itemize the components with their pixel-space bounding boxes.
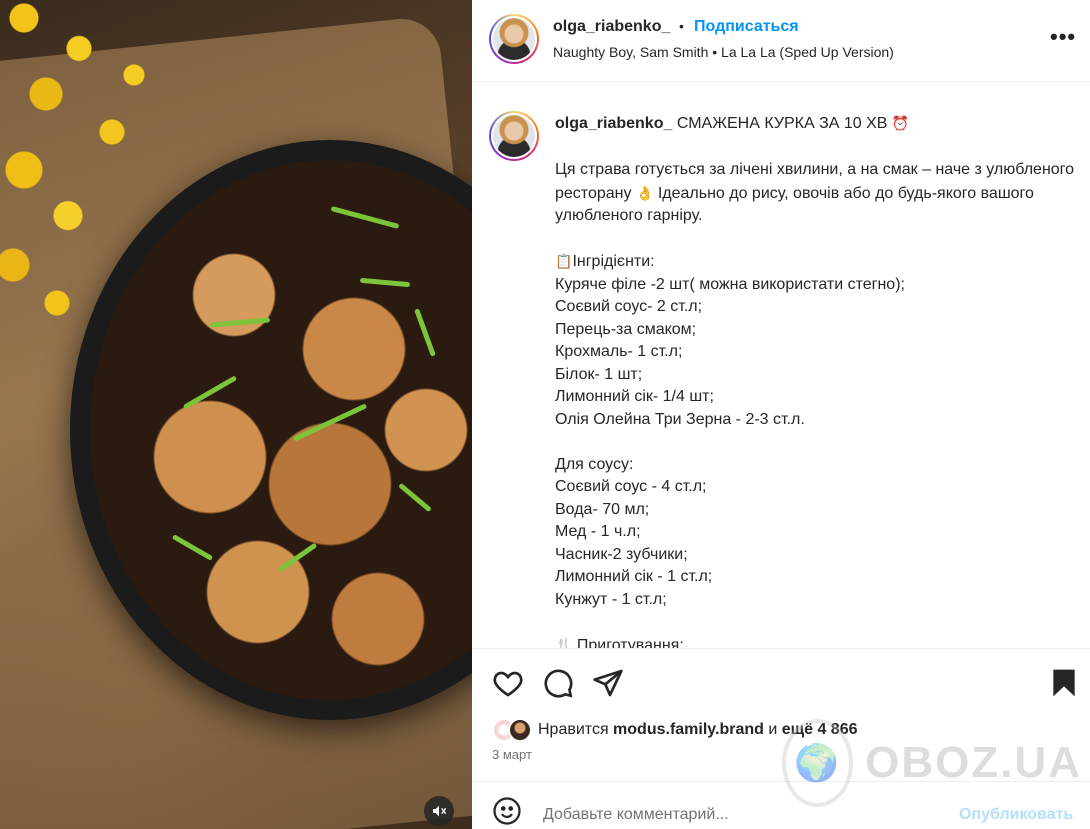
post-comment-button[interactable]: Опубликовать [959, 806, 1073, 824]
ingredient-item: Крохмаль- 1 ст.л; [555, 343, 683, 360]
sauce-item: Часник-2 зубчики; [555, 545, 688, 563]
ingredient-item: Білок- 1 шт; [555, 365, 643, 383]
post-panel: olga_riabenko_ • Подписаться Naughty Boy… [472, 0, 1090, 829]
watermark-text: OBOZ.UA [865, 738, 1082, 787]
caption-intro: Ця страва готується за лічені хвилини, а… [555, 161, 1075, 224]
caption-title: СМАЖЕНА КУРКА ЗА 10 ХВ [676, 115, 888, 132]
author-username[interactable]: olga_riabenko_ [553, 18, 670, 36]
ingredient-item: Олія Олейна Три Зерна - 2-3 ст.л. [555, 410, 805, 428]
sauce-item: Вода- 70 мл; [555, 500, 650, 518]
sauce-item: Мед - 1 ч.л; [555, 523, 641, 540]
caption-avatar[interactable] [489, 111, 539, 161]
sauce-item: Соєвий соус - 4 ст.л; [555, 478, 707, 495]
emoji-icon[interactable] [492, 796, 522, 826]
avatar[interactable] [489, 14, 539, 64]
caption-header: olga_riabenko_ СМАЖЕНА КУРКА ЗА 10 ХВ ⏰ [555, 115, 909, 133]
cooking-heading: 🍴 Приготування: [555, 634, 1075, 649]
globe-icon: 🌍 [782, 719, 854, 807]
separator-dot: • [679, 18, 684, 34]
caption-username[interactable]: olga_riabenko_ [555, 115, 672, 132]
caption-body: Ця страва готується за лічені хвилини, а… [555, 159, 1075, 648]
follow-button[interactable]: Подписаться [694, 18, 799, 36]
watermark: 🌍 OBOZ.UA [782, 718, 1082, 808]
heart-icon[interactable] [492, 667, 524, 699]
ok-hand-icon: 👌 [635, 184, 654, 201]
alarm-clock-icon: ⏰ [891, 115, 910, 131]
ingredient-item: Лимонний сік- 1/4 шт; [555, 388, 714, 405]
avatar [508, 718, 532, 742]
audio-track[interactable]: Naughty Boy, Sam Smith • La La La (Sped … [553, 44, 894, 60]
speaker-muted-icon [433, 805, 447, 817]
post-header: olga_riabenko_ • Подписаться Naughty Boy… [472, 0, 1090, 82]
sauce-item: Лимонний сік - 1 ст.л; [555, 568, 713, 585]
ingredient-item: Перець-за смаком; [555, 320, 697, 338]
clipboard-icon: 📋 [555, 253, 573, 269]
ingredients-heading: 📋Інгрідієнти: [555, 250, 1075, 274]
sauce-heading: Для соусу: [555, 455, 634, 473]
caption: olga_riabenko_ СМАЖЕНА КУРКА ЗА 10 ХВ ⏰ … [472, 83, 1090, 648]
more-options-icon[interactable]: ••• [1050, 24, 1076, 50]
ingredient-item: Куряче філе -2 шт( можна використати сте… [555, 275, 905, 293]
bookmark-icon[interactable] [1048, 667, 1080, 699]
comment-input[interactable]: Добавьте комментарий... [543, 806, 729, 824]
sauce-item: Кунжут - 1 ст.л; [555, 590, 667, 608]
fork-knife-icon: 🍴 [555, 636, 573, 649]
share-icon[interactable] [592, 667, 624, 699]
post-photo[interactable] [0, 0, 472, 829]
post-date[interactable]: 3 март [492, 747, 532, 762]
comment-icon[interactable] [542, 667, 574, 699]
mute-button[interactable] [424, 796, 454, 826]
ingredient-item: Соєвий соус- 2 ст.л; [555, 298, 703, 315]
